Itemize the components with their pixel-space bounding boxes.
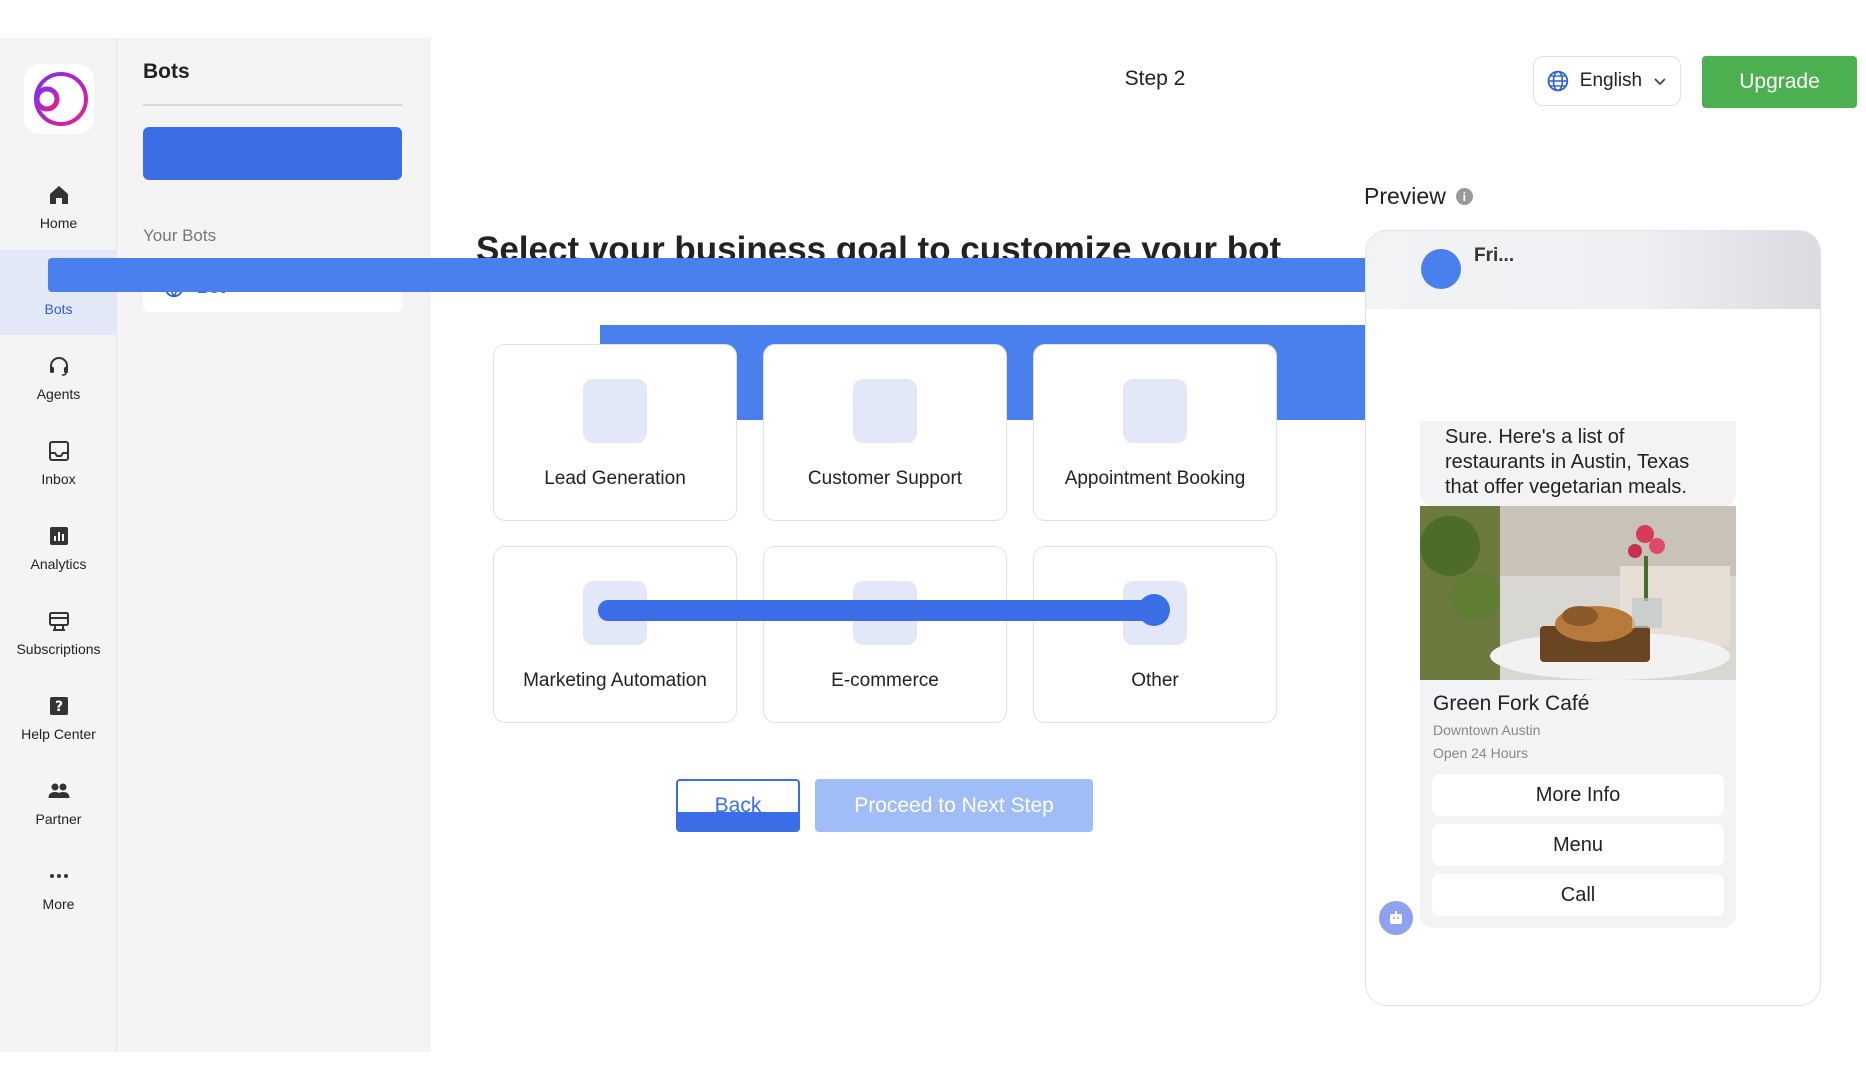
step-indicator: Step 2: [1124, 67, 1186, 90]
svg-text:?: ?: [54, 699, 62, 715]
nav-subscriptions[interactable]: Subscriptions: [0, 590, 117, 675]
subscriptions-icon: [48, 611, 69, 631]
annotation-line-overlay: [598, 600, 1154, 621]
preview-title-text: Preview: [1364, 183, 1446, 209]
chat-preview-window: Fri... Sure. Here's a list of restaurant…: [1365, 230, 1821, 1006]
customer-support-icon: [853, 379, 917, 443]
create-bot-button[interactable]: [143, 127, 402, 180]
annotation-dot-overlay: [1138, 594, 1170, 626]
nav-inbox[interactable]: Inbox: [0, 420, 117, 505]
inbox-icon: [48, 440, 69, 461]
help-icon: ?: [49, 696, 68, 715]
goal-card-marketing-automation[interactable]: Marketing Automation: [493, 546, 737, 723]
language-select-value: English: [1579, 70, 1643, 91]
nav-help-center[interactable]: ? Help Center: [0, 675, 117, 760]
goal-card-label: Other: [1131, 670, 1179, 691]
bots-panel-divider: [143, 104, 402, 106]
nav-home[interactable]: Home: [0, 164, 117, 249]
restaurant-hours: Open 24 Hours: [1433, 745, 1528, 761]
bot-chat-icon: [1379, 901, 1413, 935]
preview-title: Preview i: [1364, 183, 1473, 210]
bots-panel: Bots Your Bots Bot: [117, 38, 431, 1052]
lead-generation-icon: [583, 379, 647, 443]
restaurant-location: Downtown Austin: [1433, 722, 1541, 738]
goal-card-label: Appointment Booking: [1064, 468, 1246, 489]
back-button[interactable]: Back: [676, 779, 800, 832]
restaurant-card: Green Fork Café Downtown Austin Open 24 …: [1420, 506, 1736, 928]
nav-partner[interactable]: Partner: [0, 760, 117, 845]
more-info-button[interactable]: More Info: [1432, 774, 1724, 816]
restaurant-image: [1420, 506, 1736, 680]
language-select[interactable]: English: [1533, 56, 1681, 106]
nav-home-label: Home: [39, 214, 78, 231]
menu-button[interactable]: Menu: [1432, 824, 1724, 866]
analytics-icon: [49, 526, 68, 545]
call-button[interactable]: Call: [1432, 874, 1724, 916]
nav-help-label: Help Center: [21, 725, 96, 742]
bot-message-bubble: Sure. Here's a list of restaurants in Au…: [1420, 421, 1736, 507]
goal-card-other[interactable]: Other: [1033, 546, 1277, 723]
back-button-label: Back: [714, 793, 762, 817]
nav-analytics[interactable]: Analytics: [0, 505, 117, 590]
logo-icon: [34, 72, 88, 126]
bot-avatar: [1421, 249, 1461, 289]
headset-icon: [49, 356, 68, 376]
goal-card-customer-support[interactable]: Customer Support: [763, 344, 1007, 521]
goal-card-appointment-booking[interactable]: Appointment Booking: [1033, 344, 1277, 521]
nav-subscriptions-label: Subscriptions: [16, 640, 101, 657]
appointment-booking-icon: [1123, 379, 1187, 443]
goal-card-label: Lead Generation: [544, 468, 686, 489]
more-icon: [49, 873, 68, 878]
nav-bots-label: Bots: [44, 300, 73, 317]
info-icon[interactable]: i: [1455, 188, 1473, 205]
goal-card-label: E-commerce: [831, 670, 939, 691]
goal-card-ecommerce[interactable]: E-commerce: [763, 546, 1007, 723]
nav-agents-label: Agents: [36, 385, 81, 402]
home-icon: [49, 185, 68, 204]
nav-more[interactable]: More: [0, 845, 117, 930]
goal-card-lead-generation[interactable]: Lead Generation: [493, 344, 737, 521]
left-nav-rail: Home Bots Agents Inbox Analytics Subscri…: [0, 38, 117, 1052]
partner-icon: [48, 783, 69, 798]
goal-card-label: Customer Support: [807, 468, 963, 489]
proceed-next-step-button[interactable]: Proceed to Next Step: [815, 779, 1093, 832]
chat-preview-header: Fri...: [1366, 231, 1820, 309]
your-bots-label: Your Bots: [143, 226, 217, 245]
app-logo[interactable]: [24, 64, 94, 134]
nav-agents[interactable]: Agents: [0, 335, 117, 420]
bots-panel-title: Bots: [143, 60, 190, 83]
upgrade-button[interactable]: Upgrade: [1702, 56, 1857, 108]
nav-more-label: More: [42, 895, 75, 912]
goal-card-label: Marketing Automation: [523, 670, 707, 691]
nav-partner-label: Partner: [35, 810, 82, 827]
restaurant-name: Green Fork Café: [1433, 692, 1590, 715]
nav-inbox-label: Inbox: [41, 470, 76, 487]
bot-name: Fri...: [1474, 245, 1515, 266]
chevron-down-icon: [1654, 78, 1666, 86]
nav-analytics-label: Analytics: [30, 555, 87, 572]
globe-icon: [1547, 70, 1569, 92]
